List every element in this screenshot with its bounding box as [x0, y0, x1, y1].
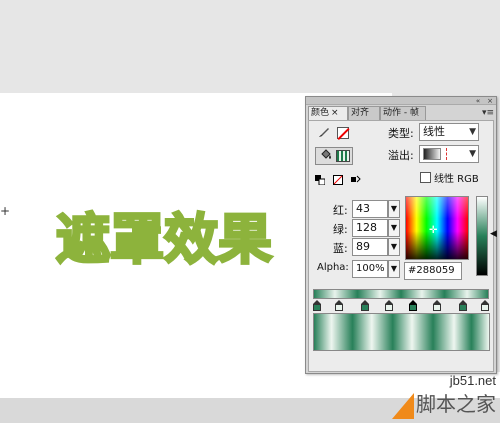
tab-align-label: 对齐	[351, 108, 370, 118]
tab-actions-frame[interactable]: 动作 - 帧	[380, 106, 426, 120]
brightness-slider[interactable]	[476, 196, 488, 276]
alpha-input[interactable]: 100%	[352, 260, 388, 278]
green-dropdown[interactable]: ▼	[388, 219, 400, 237]
watermark-site: jb51.net	[449, 373, 496, 388]
mask-effect-text[interactable]: 遮罩效果	[55, 205, 274, 275]
green-label: 绿:	[333, 223, 348, 236]
stroke-color-swatch[interactable]	[337, 127, 349, 139]
gradient-stop[interactable]	[433, 300, 441, 311]
color-panel: « × 颜色 × 对齐 动作 - 帧 ▾≡ 类型: 线性 ▼ 溢出: ▼ 线性 …	[305, 96, 497, 374]
watermark-name: 脚本之家	[416, 392, 496, 416]
gradient-bar[interactable]	[313, 289, 489, 299]
crosshair-icon: +	[0, 204, 11, 218]
overflow-swatch	[423, 148, 441, 160]
gradient-stop[interactable]	[361, 300, 369, 311]
red-label: 红:	[333, 204, 348, 217]
no-color-icon[interactable]	[332, 175, 344, 187]
green-input[interactable]: 128	[352, 219, 388, 237]
slider-arrow-icon[interactable]: ◀	[490, 229, 497, 239]
blue-input[interactable]: 89	[352, 238, 388, 256]
gradient-stop[interactable]	[409, 300, 417, 311]
overflow-marker	[446, 148, 447, 160]
panel-tabs: 颜色 × 对齐 动作 - 帧	[308, 106, 494, 120]
swap-colors-icon[interactable]	[350, 175, 362, 187]
gradient-preview	[313, 313, 490, 351]
watermark-logo	[392, 393, 414, 419]
type-select[interactable]: 线性 ▼	[419, 123, 479, 141]
fill-color-swatch[interactable]	[336, 150, 350, 162]
gradient-stops	[313, 300, 489, 312]
gradient-stop[interactable]	[385, 300, 393, 311]
panel-close-icon[interactable]: ×	[486, 97, 494, 105]
hex-input[interactable]: #288059	[404, 262, 462, 280]
panel-menu-icon[interactable]: ▾≡	[482, 108, 494, 118]
gradient-stop[interactable]	[335, 300, 343, 311]
gradient-stop[interactable]	[459, 300, 467, 311]
panel-titlebar[interactable]: « ×	[306, 97, 496, 105]
blue-label: 蓝:	[333, 242, 348, 255]
fill-color-group[interactable]	[315, 147, 353, 165]
watermark: jb51.net 脚本之家	[416, 373, 496, 417]
chevron-down-icon: ▼	[469, 127, 476, 137]
chevron-down-icon: ▼	[469, 149, 476, 159]
type-select-value: 线性	[423, 125, 445, 138]
panel-body: 类型: 线性 ▼ 溢出: ▼ 线性 RGB 红: 43 ▼ 绿: 128 ▼ 蓝…	[308, 120, 497, 372]
black-white-icon[interactable]	[314, 175, 326, 187]
tab-actions-label: 动作 - 帧	[383, 108, 419, 118]
blue-dropdown[interactable]: ▼	[388, 238, 400, 256]
color-spectrum[interactable]: ✛	[405, 196, 469, 260]
pencil-icon[interactable]	[315, 125, 333, 141]
picker-crosshair-icon: ✛	[429, 225, 438, 236]
linear-rgb-checkbox[interactable]	[420, 172, 431, 183]
gradient-stop[interactable]	[313, 300, 321, 311]
gradient-stop[interactable]	[481, 300, 489, 311]
type-label: 类型:	[388, 127, 414, 140]
tab-align[interactable]: 对齐	[348, 106, 380, 120]
overflow-select[interactable]: ▼	[419, 145, 479, 163]
alpha-dropdown[interactable]: ▼	[388, 260, 400, 278]
overflow-label: 溢出:	[388, 149, 414, 162]
tab-color[interactable]: 颜色 ×	[308, 106, 348, 120]
swatch-tools	[314, 175, 365, 188]
paint-bucket-icon	[317, 148, 335, 164]
alpha-label: Alpha:	[317, 262, 349, 273]
tab-close-icon[interactable]: ×	[331, 108, 339, 118]
red-input[interactable]: 43	[352, 200, 388, 218]
linear-rgb-label: 线性 RGB	[434, 174, 479, 185]
tab-color-label: 颜色	[311, 108, 330, 118]
red-dropdown[interactable]: ▼	[388, 200, 400, 218]
collapse-icon[interactable]: «	[474, 97, 482, 105]
